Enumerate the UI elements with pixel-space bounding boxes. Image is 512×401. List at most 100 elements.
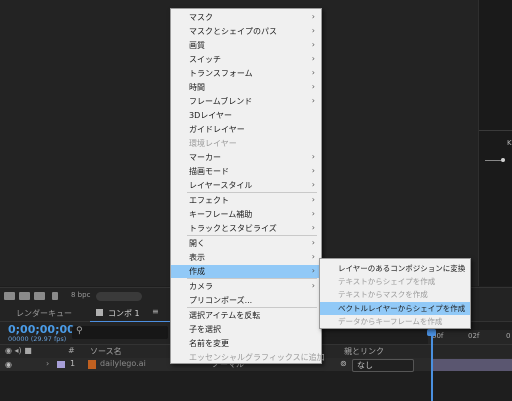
chevron-right-icon: › [311,281,315,290]
col-source-name[interactable]: ソース名 [90,346,122,357]
chevron-right-icon: › [311,82,315,91]
tab-comp-label: コンポ 1 [108,309,140,318]
menu-item[interactable]: 子を選択 [171,323,321,336]
tab-comp[interactable]: コンポ 1 ≡ [90,305,172,323]
menu-item[interactable]: キーフレーム補助 › [171,208,321,221]
label-color-swatch[interactable] [57,361,65,368]
menu-item[interactable]: カメラ › [171,280,321,293]
submenu-item[interactable]: レイヤーのあるコンポジションに変換 [320,262,470,275]
menu-item[interactable]: 開く › [171,237,321,250]
slider-handle[interactable] [501,158,505,162]
menu-item[interactable]: 画質 › [171,39,321,52]
menu-item[interactable]: マスクとシェイプのパス › [171,25,321,38]
col-parent[interactable]: 親とリンク [344,346,384,357]
menu-item-label: トランスフォーム [189,69,253,78]
menu-item-label: レイヤースタイル [189,181,253,190]
menu-item[interactable]: トラックとスタビライズ › [171,222,321,235]
chevron-right-icon: › [311,12,315,21]
menu-item-label: スイッチ [189,55,221,64]
new-folder-icon[interactable] [19,292,30,300]
menu-item-label: マスクとシェイプのパス [189,27,277,36]
frame-rate: 00000 (29.97 fps) [8,335,67,343]
search-input[interactable]: ⚲ [72,326,168,339]
chevron-right-icon: › [311,54,315,63]
bit-depth-label[interactable]: 8 bpc [71,291,90,299]
menu-item-label: 選択アイテムを反転 [189,311,261,320]
chevron-right-icon: › [311,195,315,204]
menu-separator [187,192,317,193]
menu-separator [187,307,317,308]
menu-item-label: プリコンポーズ... [189,296,253,305]
panel-menu-icon[interactable]: ≡ [152,307,159,316]
composition-icon[interactable] [34,292,45,300]
menu-item[interactable]: ガイドレイヤー [171,123,321,136]
menu-item-label: エフェクト [189,196,229,205]
tab-render-queue[interactable]: レンダーキュー [16,308,72,319]
slider-track[interactable] [485,160,501,161]
menu-item[interactable]: エフェクト › [171,194,321,207]
menu-item[interactable]: マスク › [171,11,321,24]
menu-separator [187,235,317,236]
eye-header-icon: ◉ ◂) ■ [5,346,32,355]
search-icon: ⚲ [76,326,83,336]
submenu-item-label: テキストからシェイプを作成 [338,277,436,287]
layer-index: 1 [70,359,76,368]
submenu-item[interactable]: ベクトルレイヤーからシェイプを作成 [320,301,470,315]
pickwhip-icon[interactable]: ⊚ [340,359,347,368]
chevron-right-icon: › [311,68,315,77]
layer-name[interactable]: dailylego.ai [100,359,146,368]
menu-item-label: 3Dレイヤー [189,111,233,120]
chevron-right-icon: › [311,180,315,189]
menu-item[interactable]: 表示 › [171,251,321,264]
menu-item[interactable]: 選択アイテムを反転 [171,309,321,322]
menu-item-label: 時間 [189,83,205,92]
layer-duration-bar[interactable] [432,359,512,371]
menu-item: 環境レイヤー [171,137,321,150]
chevron-right-icon: › [311,252,315,261]
timecode-area: 0;00;00;00 00000 (29.97 fps) ⚲ [0,322,170,344]
menu-item[interactable]: 名前を変更 [171,337,321,350]
submenu-item: データからキーフレームを作成 [320,315,470,328]
menu-item-label: 作成 [189,267,205,276]
settings-icon[interactable] [52,292,58,300]
playhead-handle[interactable] [427,329,436,336]
chevron-right-icon: › [311,209,315,218]
playhead-line[interactable] [431,330,433,401]
menu-item[interactable]: フレームブレンド › [171,95,321,108]
menu-item[interactable]: レイヤースタイル › [171,179,321,192]
right-panel: K [478,0,512,286]
menu-item[interactable]: 作成 › [171,265,321,278]
submenu-item: テキストからマスクを作成 [320,288,470,301]
menu-item[interactable]: プリコンポーズ... [171,294,321,307]
menu-item[interactable]: マーカー › [171,151,321,164]
submenu-item-label: ベクトルレイヤーからシェイプを作成 [338,303,466,313]
close-box-icon[interactable] [96,309,103,316]
menu-item-label: トラックとスタビライズ [189,224,277,233]
menu-item[interactable]: 描画モード › [171,165,321,178]
menu-item-label: カメラ [189,282,213,291]
folder-icon[interactable] [4,292,15,300]
submenu-item-label: データからキーフレームを作成 [338,316,443,326]
menu-item-label: 環境レイヤー [189,139,237,148]
menu-item-label: 描画モード [189,167,229,176]
chevron-right-icon: › [311,223,315,232]
panel-letter: K [507,139,512,147]
time-ruler[interactable]: 00f 02f 0 [428,330,512,345]
ruler-tick: 02f [468,332,480,340]
parent-select[interactable]: なし [352,359,414,372]
menu-item[interactable]: スイッチ › [171,53,321,66]
timeline-empty-area [0,372,512,401]
chevron-right-icon: › [311,238,315,247]
menu-item[interactable]: トランスフォーム › [171,67,321,80]
menu-item-label: フレームブレンド [189,97,253,106]
menu-item-label: マーカー [189,153,221,162]
create-submenu: レイヤーのあるコンポジションに変換テキストからシェイプを作成 テキストからマスクを… [319,258,471,329]
illustrator-file-icon [88,360,96,369]
menu-item[interactable]: 時間 › [171,81,321,94]
menu-item: エッセンシャルグラフィックスに追加 [171,351,325,364]
eye-icon[interactable]: ◉ [5,360,12,369]
chevron-right-icon: › [311,166,315,175]
menu-item[interactable]: 3Dレイヤー [171,109,321,122]
chevron-right-icon[interactable]: › [46,359,49,368]
trash-pill[interactable] [96,292,142,301]
